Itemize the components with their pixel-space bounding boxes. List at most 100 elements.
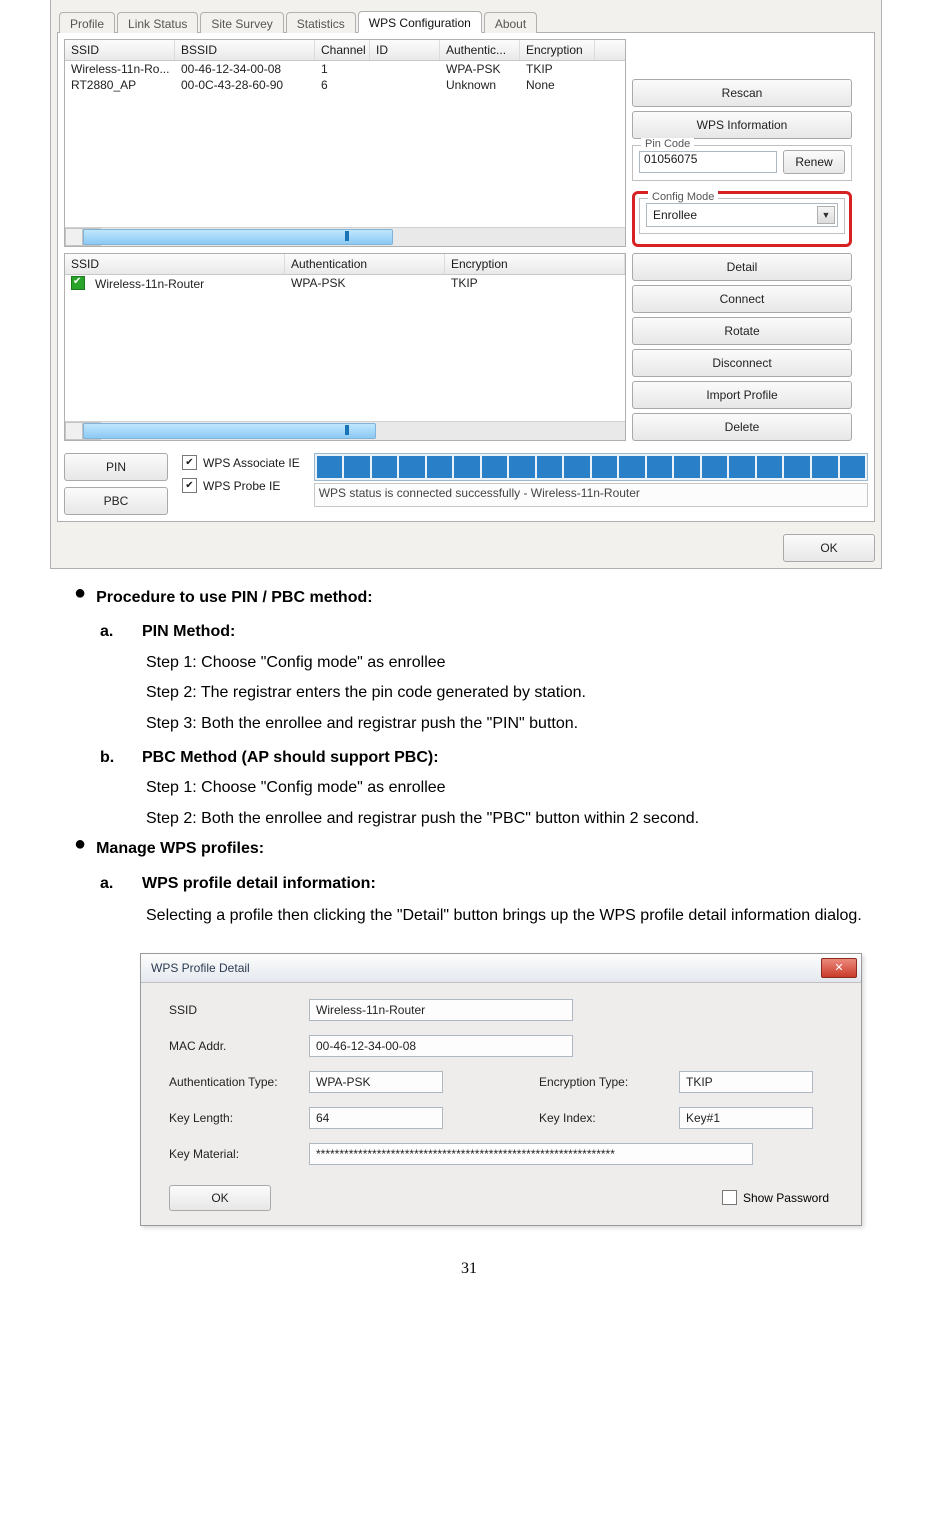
import-profile-button[interactable]: Import Profile — [632, 381, 852, 409]
col-bssid[interactable]: BSSID — [175, 40, 315, 60]
tab-wps-configuration[interactable]: WPS Configuration — [358, 11, 482, 33]
pin-code-legend: Pin Code — [641, 138, 694, 150]
col-id[interactable]: ID — [370, 40, 440, 60]
chevron-down-icon: ▼ — [817, 206, 835, 224]
tab-about[interactable]: About — [484, 12, 537, 33]
config-mode-value: Enrollee — [653, 208, 697, 222]
window-body: SSID BSSID Channel ID Authentic... Encry… — [57, 32, 875, 522]
sub-label: a. — [100, 617, 124, 647]
label-keyidx: Key Index: — [539, 1111, 679, 1125]
sub-title: PBC Method (AP should support PBC): — [142, 743, 439, 773]
bullet-icon: ● — [74, 583, 86, 613]
ap-row[interactable]: Wireless-11n-Ro... 00-46-12-34-00-08 1 W… — [65, 61, 625, 77]
label-mac: MAC Addr. — [169, 1039, 309, 1053]
status-text: WPS status is connected successfully - W… — [314, 483, 868, 507]
document-text: ●Procedure to use PIN / PBC method: a.PI… — [100, 583, 868, 933]
config-mode-highlight: Config Mode Enrollee ▼ — [632, 191, 852, 247]
field-enctype: TKIP — [679, 1071, 813, 1093]
col-auth[interactable]: Authentic... — [440, 40, 520, 60]
col-ssid[interactable]: SSID — [65, 40, 175, 60]
pbc-button[interactable]: PBC — [64, 487, 168, 515]
col-auth[interactable]: Authentication — [285, 254, 445, 274]
label-keylen: Key Length: — [169, 1111, 309, 1125]
rotate-button[interactable]: Rotate — [632, 317, 852, 345]
cell-enc: TKIP — [520, 61, 595, 77]
close-icon: ✕ — [834, 961, 843, 974]
status-area: PIN PBC ✔ WPS Associate IE ✔ WPS Probe I… — [64, 453, 868, 515]
step-text: Step 2: The registrar enters the pin cod… — [100, 678, 868, 708]
config-mode-fieldset: Config Mode Enrollee ▼ — [639, 198, 845, 234]
col-ssid[interactable]: SSID — [65, 254, 285, 274]
delete-button[interactable]: Delete — [632, 413, 852, 441]
field-mac: 00-46-12-34-00-08 — [309, 1035, 573, 1057]
col-enc[interactable]: Encryption — [445, 254, 625, 274]
ap-list-header: SSID BSSID Channel ID Authentic... Encry… — [65, 40, 625, 61]
tab-link-status[interactable]: Link Status — [117, 12, 198, 33]
section-heading: ●Manage WPS profiles: — [74, 834, 868, 864]
wps-profile-detail-dialog: WPS Profile Detail ✕ SSID Wireless-11n-R… — [140, 953, 862, 1226]
cell-auth: WPA-PSK — [285, 275, 445, 292]
profile-row[interactable]: Wireless-11n-Router WPA-PSK TKIP — [65, 275, 625, 292]
tab-profile[interactable]: Profile — [59, 12, 115, 33]
detail-ok-button[interactable]: OK — [169, 1185, 271, 1211]
field-keylen: 64 — [309, 1107, 443, 1129]
rescan-button[interactable]: Rescan — [632, 79, 852, 107]
label-authtype: Authentication Type: — [169, 1075, 309, 1089]
ap-listbox[interactable]: SSID BSSID Channel ID Authentic... Encry… — [64, 39, 626, 247]
cell-bssid: 00-0C-43-28-60-90 — [175, 77, 315, 93]
show-password-checkbox[interactable]: Show Password — [722, 1190, 829, 1205]
checkbox-label: WPS Associate IE — [203, 456, 300, 470]
connect-button[interactable]: Connect — [632, 285, 852, 313]
checkbox-icon: ✔ — [182, 455, 197, 470]
field-authtype: WPA-PSK — [309, 1071, 443, 1093]
step-text: Step 2: Both the enrollee and registrar … — [100, 804, 868, 834]
progress-bar — [314, 453, 868, 481]
col-enc[interactable]: Encryption — [520, 40, 595, 60]
wps-config-window: Profile Link Status Site Survey Statisti… — [50, 0, 882, 569]
wps-information-button[interactable]: WPS Information — [632, 111, 852, 139]
wps-probe-checkbox[interactable]: ✔ WPS Probe IE — [182, 478, 300, 493]
profile-listbox[interactable]: SSID Authentication Encryption Wireless-… — [64, 253, 626, 441]
pin-button[interactable]: PIN — [64, 453, 168, 481]
label-keymat: Key Material: — [169, 1147, 309, 1161]
field-keymat: ****************************************… — [309, 1143, 753, 1165]
pin-code-fieldset: Pin Code 01056075 Renew — [632, 145, 852, 181]
sub-title: PIN Method: — [142, 617, 235, 647]
tab-site-survey[interactable]: Site Survey — [200, 12, 283, 33]
dialog-title: WPS Profile Detail — [151, 961, 250, 975]
step-text: Step 3: Both the enrollee and registrar … — [100, 709, 868, 739]
label-enctype: Encryption Type: — [539, 1075, 679, 1089]
body-text: Selecting a profile then clicking the "D… — [100, 899, 868, 933]
checkbox-icon — [722, 1190, 737, 1205]
config-mode-dropdown[interactable]: Enrollee ▼ — [646, 203, 838, 227]
close-button[interactable]: ✕ — [821, 958, 857, 978]
side-column: Rescan WPS Information Pin Code 01056075… — [632, 39, 852, 247]
detail-button[interactable]: Detail — [632, 253, 852, 281]
h-scrollbar[interactable] — [65, 421, 625, 440]
cell-auth: Unknown — [440, 77, 520, 93]
label-ssid: SSID — [169, 1003, 309, 1017]
pin-code-input[interactable]: 01056075 — [639, 151, 777, 173]
cell-ssid: Wireless-11n-Router — [65, 275, 285, 292]
cell-ssid: RT2880_AP — [65, 77, 175, 93]
wps-associate-checkbox[interactable]: ✔ WPS Associate IE — [182, 455, 300, 470]
checkbox-icon: ✔ — [182, 478, 197, 493]
ok-button[interactable]: OK — [783, 534, 875, 562]
cell-ch: 1 — [315, 61, 370, 77]
h-scrollbar[interactable] — [65, 227, 625, 246]
disconnect-button[interactable]: Disconnect — [632, 349, 852, 377]
profile-side-buttons: Detail Connect Rotate Disconnect Import … — [632, 253, 852, 441]
sub-title: WPS profile detail information: — [142, 869, 376, 899]
cell-enc: TKIP — [445, 275, 625, 292]
col-channel[interactable]: Channel — [315, 40, 370, 60]
section-heading: ●Procedure to use PIN / PBC method: — [74, 583, 868, 613]
ap-row[interactable]: RT2880_AP 00-0C-43-28-60-90 6 Unknown No… — [65, 77, 625, 93]
profile-list-header: SSID Authentication Encryption — [65, 254, 625, 275]
renew-button[interactable]: Renew — [783, 150, 845, 174]
titlebar: WPS Profile Detail ✕ — [141, 954, 861, 983]
sub-label: a. — [100, 869, 124, 899]
tab-statistics[interactable]: Statistics — [286, 12, 356, 33]
cell-id — [370, 61, 440, 77]
cell-enc: None — [520, 77, 595, 93]
cell-ch: 6 — [315, 77, 370, 93]
